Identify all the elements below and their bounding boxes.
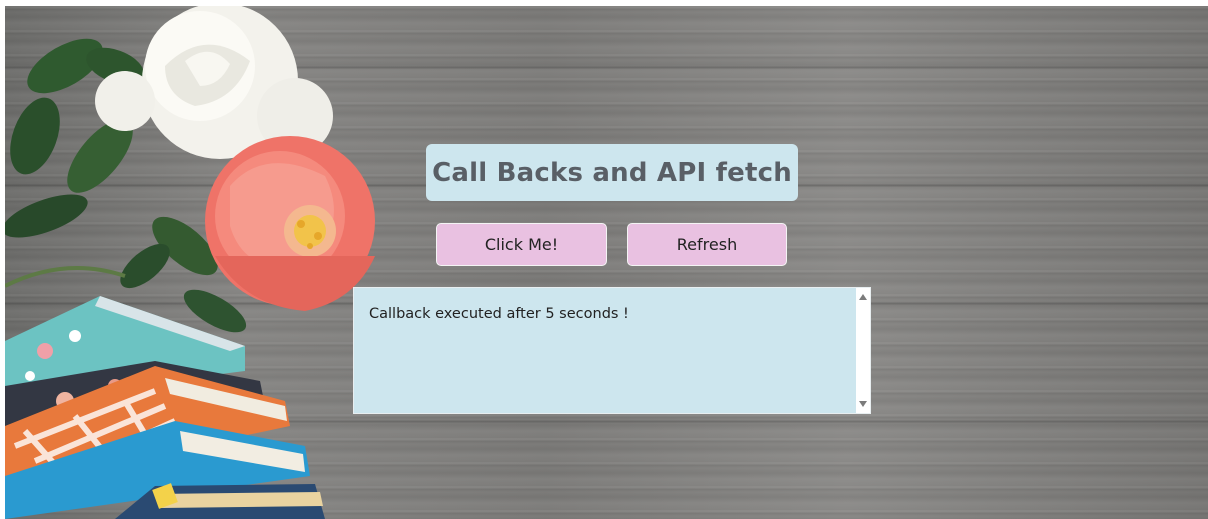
output-text: Callback executed after 5 seconds ! xyxy=(369,306,629,322)
page-title: Call Backs and API fetch xyxy=(426,144,798,201)
output-scrollbar[interactable] xyxy=(856,288,870,413)
app-viewport: Call Backs and API fetch Click Me! Refre… xyxy=(5,6,1208,519)
flowers-books-decoration xyxy=(5,6,375,519)
refresh-button[interactable]: Refresh xyxy=(627,223,787,266)
scroll-down-arrow-icon[interactable] xyxy=(859,401,867,407)
click-me-button[interactable]: Click Me! xyxy=(436,223,607,266)
output-textarea[interactable]: Callback executed after 5 seconds ! xyxy=(353,287,871,414)
scroll-up-arrow-icon[interactable] xyxy=(859,294,867,300)
books-stack-decoration xyxy=(5,296,325,519)
peony-flower-decoration xyxy=(205,136,375,311)
